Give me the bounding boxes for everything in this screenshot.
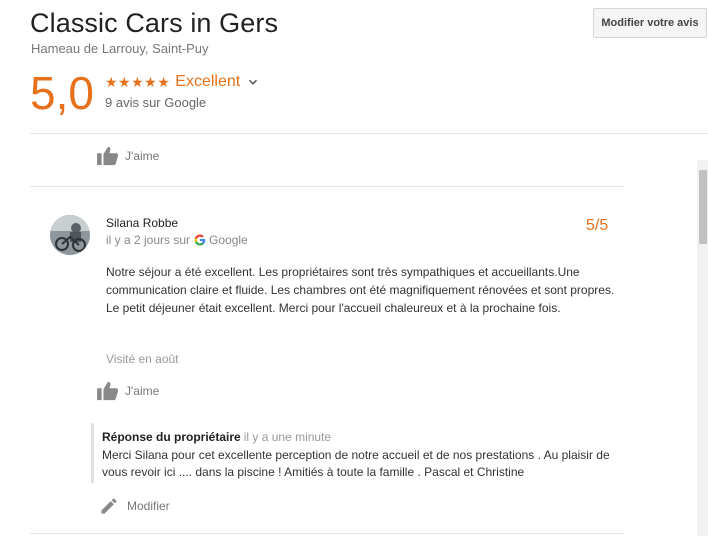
edit-reply-label: Modifier (127, 499, 170, 513)
place-title: Classic Cars in Gers (30, 8, 279, 38)
owner-reply-text: Merci Silana pour cet excellente percept… (102, 448, 610, 479)
divider (30, 133, 708, 134)
edit-reply-button[interactable]: Modifier (99, 496, 170, 516)
place-address: Hameau de Larrouy, Saint-Puy (31, 41, 209, 56)
rating-stars: ★★★★★ (105, 73, 171, 90)
review-text: Notre séjour a été excellent. Les propri… (106, 265, 615, 315)
like-label: J'aime (125, 384, 160, 398)
divider (30, 533, 624, 534)
divider (30, 186, 624, 187)
thumbs-up-icon (97, 146, 119, 166)
visited-date: Visité en août (106, 352, 179, 366)
owner-reply-heading: Réponse du propriétaire (102, 430, 241, 444)
review-count: 9 avis sur Google (105, 95, 207, 110)
avatar-image (50, 215, 90, 255)
like-button[interactable]: J'aime (97, 146, 159, 166)
like-button[interactable]: J'aime (97, 381, 159, 401)
review-score: 5/5 (586, 217, 609, 234)
google-logo-icon (194, 234, 206, 246)
rating-summary-toggle[interactable]: ★★★★★ Excellent (105, 73, 260, 91)
pencil-icon (101, 498, 117, 514)
review-time: il y a 2 jours sur (106, 233, 191, 247)
avatar[interactable] (50, 215, 90, 255)
chevron-down-icon (249, 79, 258, 85)
edit-review-button[interactable]: Modifier votre avis (593, 8, 707, 38)
owner-reply-header: Réponse du propriétaire il y a une minute (102, 430, 331, 444)
like-label: J'aime (125, 149, 160, 163)
owner-reply-time: il y a une minute (243, 430, 332, 444)
thumbs-up-icon (97, 381, 119, 401)
rating-score: 5,0 (30, 67, 94, 119)
review-meta: il y a 2 jours sur Google (106, 233, 248, 247)
reviewer-name[interactable]: Silana Robbe (106, 216, 178, 230)
review-source: Google (209, 233, 248, 247)
scrollbar-thumb[interactable] (699, 170, 707, 244)
reply-indent-bar (91, 423, 94, 483)
rating-label: Excellent (175, 73, 241, 90)
